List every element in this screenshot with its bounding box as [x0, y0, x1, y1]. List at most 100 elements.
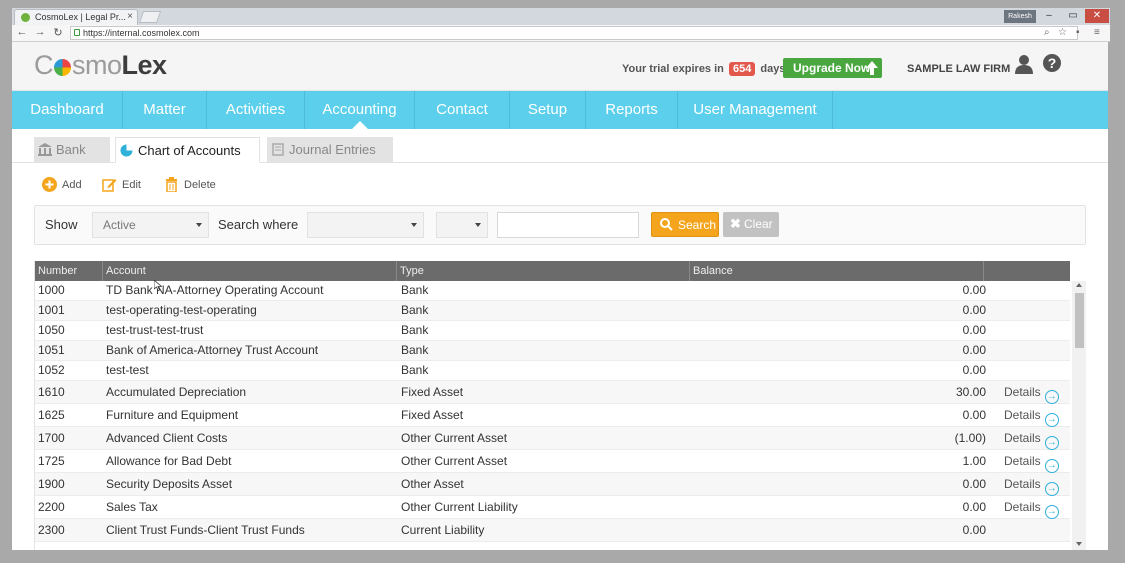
- balance-cell: 1.00: [962, 454, 986, 468]
- address-bar[interactable]: https://internal.cosmolex.com: [70, 26, 1078, 40]
- extension-icon[interactable]: ▪: [1076, 27, 1080, 38]
- journal-icon: [272, 143, 284, 156]
- trash-icon: [166, 177, 177, 192]
- account-name-cell: test-test: [106, 363, 149, 377]
- account-name-cell: Allowance for Bad Debt: [106, 454, 232, 468]
- edit-account-button[interactable]: Edit: [102, 176, 141, 194]
- account-type-cell: Bank: [401, 363, 429, 377]
- trial-days-badge: 654: [728, 62, 756, 76]
- search-icon: [660, 218, 673, 231]
- column-header-type[interactable]: Type: [397, 261, 690, 281]
- table-row[interactable]: 1001 test-operating-test-operating Bank 0.0…: [35, 301, 1070, 321]
- account-number-cell: 1700: [38, 431, 65, 445]
- zoom-icon[interactable]: ⌕: [1044, 27, 1050, 38]
- accounting-subtabs: Bank Chart of Accounts Journal Entries: [12, 129, 1108, 163]
- browser-tab[interactable]: CosmoLex | Legal Pr... ×: [14, 9, 138, 25]
- balance-cell: 30.00: [955, 385, 986, 399]
- cosmolex-logo[interactable]: CsmoLex: [34, 50, 167, 81]
- cosmolex-favicon-icon: [21, 13, 30, 22]
- search-field-select[interactable]: [307, 212, 424, 238]
- chevron-down-icon: [411, 223, 417, 227]
- table-row[interactable]: 1051 Bank of America-Attorney Trust Accou…: [35, 341, 1070, 361]
- account-number-cell: 1610: [38, 385, 65, 399]
- account-type-cell: Bank: [401, 323, 429, 337]
- details-link[interactable]: Details →: [1004, 496, 1059, 519]
- account-type-cell: Bank: [401, 283, 429, 297]
- account-type-cell: Other Asset: [401, 477, 464, 491]
- help-icon[interactable]: ?: [1043, 54, 1061, 72]
- tab-bank[interactable]: Bank: [34, 137, 110, 163]
- search-input[interactable]: [497, 212, 639, 238]
- account-name-cell: test-trust-test-trust: [106, 323, 204, 337]
- new-tab-button[interactable]: [138, 11, 162, 23]
- search-where-label: Search where: [218, 217, 299, 232]
- details-link[interactable]: Details →: [1004, 427, 1059, 450]
- nav-setup[interactable]: Setup: [510, 91, 586, 129]
- table-row[interactable]: 2200 Sales Tax Other Current Liability 0.00…: [35, 496, 1070, 519]
- maximize-window-button[interactable]: ▭: [1062, 9, 1084, 23]
- account-number-cell: 1725: [38, 454, 65, 468]
- nav-activities[interactable]: Activities: [207, 91, 305, 129]
- arrow-circle-right-icon: →: [1044, 459, 1059, 473]
- details-link[interactable]: Details →: [1004, 450, 1059, 473]
- column-header-balance[interactable]: Balance: [690, 261, 984, 281]
- table-row[interactable]: 1900 Security Deposits Asset Other Asset 0.…: [35, 473, 1070, 496]
- scroll-up-icon[interactable]: [1076, 283, 1082, 287]
- arrow-circle-right-icon: →: [1044, 436, 1059, 450]
- search-operator-select[interactable]: [436, 212, 488, 238]
- browser-profile-button[interactable]: Rakesh: [1004, 10, 1036, 23]
- account-type-cell: Bank: [401, 343, 429, 357]
- column-header-number[interactable]: Number: [35, 261, 103, 281]
- upgrade-now-button[interactable]: Upgrade Now: [783, 58, 882, 78]
- arrow-circle-right-icon: →: [1044, 413, 1059, 427]
- account-name-cell: Client Trust Funds-Client Trust Funds: [106, 523, 305, 537]
- scroll-down-icon[interactable]: [1076, 542, 1082, 546]
- scrollbar-thumb[interactable]: [1075, 293, 1084, 348]
- details-link[interactable]: Details →: [1004, 404, 1059, 427]
- account-name-cell: test-operating-test-operating: [106, 303, 257, 317]
- nav-contact[interactable]: Contact: [415, 91, 510, 129]
- show-status-select[interactable]: Active: [92, 212, 209, 238]
- account-type-cell: Bank: [401, 303, 429, 317]
- bookmark-star-icon[interactable]: ☆: [1058, 27, 1067, 38]
- nav-matter[interactable]: Matter: [123, 91, 207, 129]
- account-name-cell: Advanced Client Costs: [106, 431, 228, 445]
- table-row[interactable]: 1610 Accumulated Depreciation Fixed Asset 3…: [35, 381, 1070, 404]
- forward-arrow-icon[interactable]: →: [34, 26, 46, 38]
- trial-notice: Your trial expires in 654 days.: [622, 62, 789, 76]
- mouse-cursor-icon: [154, 280, 162, 291]
- table-row[interactable]: 1050 test-trust-test-trust Bank 0.00: [35, 321, 1070, 341]
- minimize-window-button[interactable]: –: [1038, 9, 1060, 23]
- details-link[interactable]: Details →: [1004, 473, 1059, 496]
- tab-journal-entries[interactable]: Journal Entries: [267, 137, 393, 163]
- table-scrollbar[interactable]: [1072, 281, 1086, 550]
- search-button[interactable]: Search: [651, 212, 719, 237]
- user-profile-icon[interactable]: [1014, 54, 1034, 74]
- details-link[interactable]: Details →: [1004, 381, 1059, 404]
- table-row[interactable]: 1700 Advanced Client Costs Other Current A…: [35, 427, 1070, 450]
- delete-account-button[interactable]: Delete: [164, 176, 216, 194]
- table-row[interactable]: 1052 test-test Bank 0.00: [35, 361, 1070, 381]
- arrow-circle-right-icon: →: [1044, 505, 1059, 519]
- nav-dashboard[interactable]: Dashboard: [12, 91, 123, 129]
- clear-button[interactable]: ✖ Clear: [723, 212, 779, 237]
- arrow-circle-right-icon: →: [1044, 390, 1059, 404]
- back-arrow-icon[interactable]: ←: [16, 26, 28, 38]
- nav-reports[interactable]: Reports: [586, 91, 678, 129]
- table-row[interactable]: 1625 Furniture and Equipment Fixed Asset 0.…: [35, 404, 1070, 427]
- balance-cell: 0.00: [962, 283, 986, 297]
- nav-user-management[interactable]: User Management: [678, 91, 833, 129]
- close-window-button[interactable]: ✕: [1085, 9, 1109, 23]
- account-name-cell: Security Deposits Asset: [106, 477, 233, 491]
- add-account-button[interactable]: Add: [42, 176, 82, 194]
- menu-icon[interactable]: ≡: [1094, 27, 1100, 38]
- close-tab-icon[interactable]: ×: [127, 11, 133, 22]
- reload-icon[interactable]: ↻: [52, 26, 64, 39]
- balance-cell: 0.00: [962, 477, 986, 491]
- table-row[interactable]: 1725 Allowance for Bad Debt Other Current …: [35, 450, 1070, 473]
- column-header-account[interactable]: Account: [103, 261, 397, 281]
- tab-chart-of-accounts[interactable]: Chart of Accounts: [115, 137, 260, 163]
- table-row[interactable]: 1000 TD Bank NA-Attorney Operating Accoun…: [35, 281, 1070, 301]
- account-number-cell: 1900: [38, 477, 65, 491]
- table-row[interactable]: 2300 Client Trust Funds-Client Trust Fund…: [35, 519, 1070, 542]
